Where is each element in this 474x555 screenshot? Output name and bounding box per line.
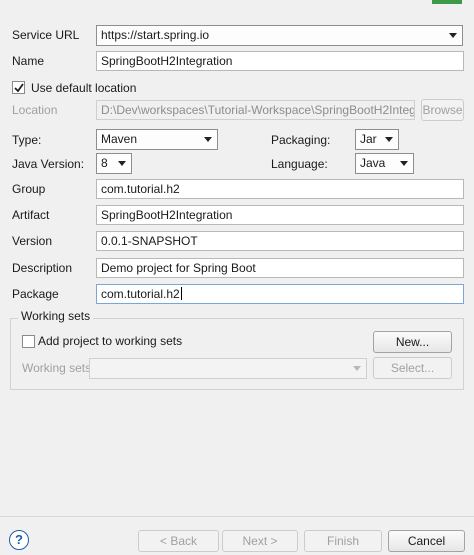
chevron-down-icon <box>353 366 361 371</box>
language-label: Language: <box>271 157 328 171</box>
group-field[interactable]: com.tutorial.h2 <box>96 179 464 199</box>
help-icon[interactable]: ? <box>9 530 29 550</box>
text-cursor <box>180 287 182 300</box>
description-label: Description <box>12 261 73 275</box>
working-sets-group <box>10 318 464 390</box>
java-version-label: Java Version: <box>12 157 85 171</box>
language-value: Java <box>360 156 386 170</box>
type-label: Type: <box>12 133 42 147</box>
description-field[interactable]: Demo project for Spring Boot <box>96 258 464 278</box>
chevron-down-icon <box>449 33 457 38</box>
package-value: com.tutorial.h2 <box>101 287 180 301</box>
version-label: Version <box>12 234 53 248</box>
add-to-working-sets-label: Add project to working sets <box>38 334 183 348</box>
top-action-button[interactable] <box>432 0 462 4</box>
chevron-down-icon <box>118 161 126 166</box>
service-url-label: Service URL <box>12 28 80 42</box>
footer-separator <box>0 516 474 517</box>
location-field[interactable]: D:\Dev\workspaces\Tutorial-Workspace\Spr… <box>96 100 415 120</box>
artifact-field[interactable]: SpringBootH2Integration <box>96 205 464 225</box>
group-label: Group <box>12 182 46 196</box>
finish-button[interactable]: Finish <box>304 530 382 552</box>
type-combo[interactable]: Maven <box>96 129 218 150</box>
name-label: Name <box>12 54 45 68</box>
working-sets-label: Working sets: <box>22 361 95 375</box>
location-label: Location <box>12 103 58 117</box>
language-combo[interactable]: Java <box>355 153 414 174</box>
back-button[interactable]: < Back <box>138 530 219 552</box>
java-version-value: 8 <box>101 156 108 170</box>
name-field[interactable]: SpringBootH2Integration <box>96 51 464 71</box>
use-default-location-label: Use default location <box>31 81 137 95</box>
packaging-combo[interactable]: Jar <box>355 129 399 150</box>
browse-button[interactable]: Browse <box>421 99 464 121</box>
packaging-value: Jar <box>360 132 377 146</box>
java-version-combo[interactable]: 8 <box>96 153 132 174</box>
chevron-down-icon <box>400 161 408 166</box>
chevron-down-icon <box>204 137 212 142</box>
version-field[interactable]: 0.0.1-SNAPSHOT <box>96 231 464 251</box>
packaging-label: Packaging: <box>271 133 331 147</box>
working-sets-title: Working sets <box>18 306 94 326</box>
service-url-value: https://start.spring.io <box>101 28 210 42</box>
package-field[interactable]: com.tutorial.h2 <box>96 284 464 304</box>
add-to-working-sets-checkbox[interactable] <box>22 335 35 348</box>
type-value: Maven <box>101 132 138 146</box>
cancel-button[interactable]: Cancel <box>388 530 465 552</box>
package-label: Package <box>12 287 59 301</box>
use-default-location-checkbox[interactable] <box>12 81 25 94</box>
chevron-down-icon <box>385 137 393 142</box>
select-working-sets-button[interactable]: Select... <box>373 357 452 379</box>
service-url-combo[interactable]: https://start.spring.io <box>96 25 463 46</box>
artifact-label: Artifact <box>12 208 50 222</box>
working-sets-combo[interactable] <box>89 358 367 379</box>
new-working-set-button[interactable]: New... <box>373 331 452 353</box>
next-button[interactable]: Next > <box>222 530 298 552</box>
checkmark-icon <box>14 83 24 93</box>
